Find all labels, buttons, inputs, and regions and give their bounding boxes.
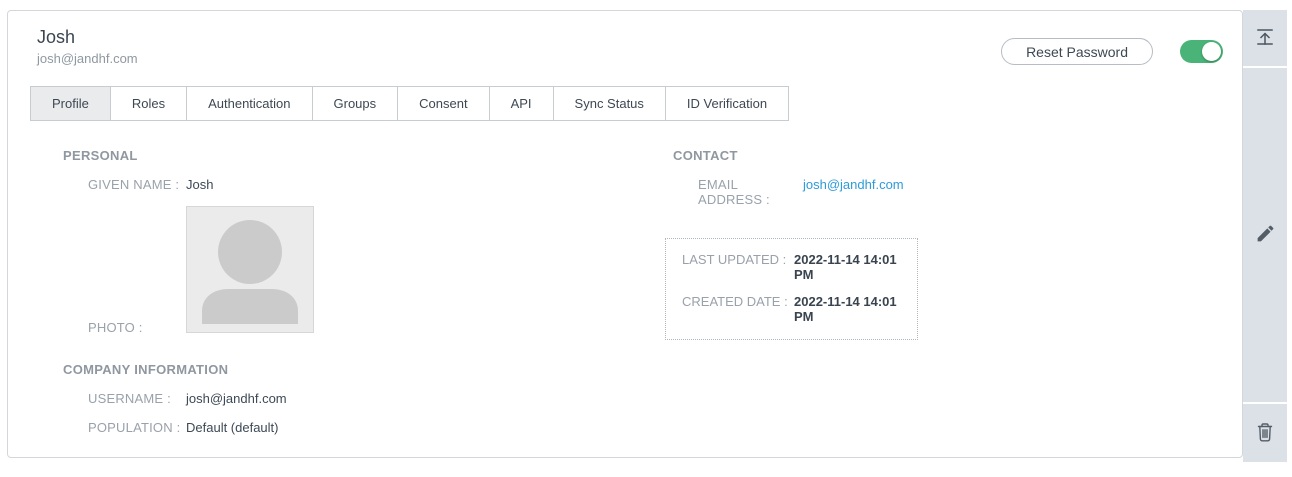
photo-placeholder <box>186 206 314 333</box>
contact-section: CONTACT EMAIL ADDRESS : josh@jandhf.com <box>673 148 1143 207</box>
given-name-label: GIVEN NAME : <box>88 177 180 192</box>
toolbar-top-section <box>1243 10 1287 68</box>
given-name-field: GIVEN NAME : Josh <box>63 177 673 192</box>
tab-profile[interactable]: Profile <box>30 86 111 121</box>
toolbar-middle-section <box>1243 68 1287 402</box>
username-field: USERNAME : josh@jandhf.com <box>63 391 673 406</box>
population-value: Default (default) <box>186 420 279 435</box>
tab-consent[interactable]: Consent <box>397 86 490 121</box>
left-column: PERSONAL GIVEN NAME : Josh PHOTO : COMPA… <box>63 148 673 435</box>
last-updated-label: LAST UPDATED : <box>682 252 787 267</box>
population-field: POPULATION : Default (default) <box>63 420 673 435</box>
collapse-panel-icon <box>1254 26 1276 51</box>
card-header: Josh josh@jandhf.com Reset Password <box>8 11 1242 66</box>
photo-field: PHOTO : <box>63 206 673 335</box>
tab-roles[interactable]: Roles <box>109 86 188 121</box>
created-date-value: 2022-11-14 14:01 PM <box>794 294 897 324</box>
reset-password-button[interactable]: Reset Password <box>1001 38 1153 65</box>
tab-id-verification[interactable]: ID Verification <box>664 86 790 121</box>
right-column: CONTACT EMAIL ADDRESS : josh@jandhf.com … <box>665 148 1143 435</box>
collapse-panel-button[interactable] <box>1250 22 1280 55</box>
contact-section-title: CONTACT <box>673 148 738 163</box>
delete-trash-icon <box>1255 421 1275 446</box>
profile-tab-bar: Profile Roles Authentication Groups Cons… <box>30 86 1242 121</box>
email-address-label: EMAIL ADDRESS : <box>698 177 770 207</box>
audit-timestamps-box: LAST UPDATED : 2022-11-14 14:01 PM CREAT… <box>665 238 918 340</box>
personal-section-title: PERSONAL <box>63 148 138 163</box>
profile-content: PERSONAL GIVEN NAME : Josh PHOTO : COMPA… <box>8 121 1242 435</box>
user-enabled-toggle[interactable] <box>1180 40 1223 63</box>
right-action-toolbar <box>1243 10 1287 462</box>
population-label: POPULATION : <box>88 420 181 435</box>
user-profile-card: Josh josh@jandhf.com Reset Password Prof… <box>7 10 1243 458</box>
delete-user-button[interactable] <box>1251 417 1279 450</box>
user-name: Josh <box>37 27 76 47</box>
header-controls: Reset Password <box>1001 38 1223 65</box>
photo-label: PHOTO : <box>88 320 143 335</box>
email-address-field: EMAIL ADDRESS : josh@jandhf.com <box>673 177 1143 207</box>
edit-user-button[interactable] <box>1251 219 1280 251</box>
personal-section: PERSONAL GIVEN NAME : Josh PHOTO : <box>63 148 673 335</box>
tab-groups[interactable]: Groups <box>311 86 399 121</box>
last-updated-value: 2022-11-14 14:01 PM <box>794 252 897 282</box>
username-value: josh@jandhf.com <box>186 391 287 406</box>
created-date-row: CREATED DATE : 2022-11-14 14:01 PM <box>682 294 907 324</box>
tab-api[interactable]: API <box>488 86 554 121</box>
company-section-title: COMPANY INFORMATION <box>63 362 229 377</box>
toggle-knob <box>1202 42 1221 61</box>
username-label: USERNAME : <box>88 391 171 406</box>
user-identity: Josh josh@jandhf.com <box>37 26 138 66</box>
edit-pencil-icon <box>1255 223 1276 247</box>
given-name-value: Josh <box>186 177 214 192</box>
created-date-label: CREATED DATE : <box>682 294 788 309</box>
tab-sync-status[interactable]: Sync Status <box>552 86 666 121</box>
user-email-subtitle: josh@jandhf.com <box>37 51 138 66</box>
toolbar-bottom-section <box>1243 402 1287 462</box>
avatar-silhouette-icon <box>187 220 313 332</box>
company-information-section: COMPANY INFORMATION USERNAME : josh@jand… <box>63 362 673 435</box>
last-updated-row: LAST UPDATED : 2022-11-14 14:01 PM <box>682 252 907 282</box>
tab-authentication[interactable]: Authentication <box>186 86 313 121</box>
email-address-link[interactable]: josh@jandhf.com <box>803 177 904 192</box>
